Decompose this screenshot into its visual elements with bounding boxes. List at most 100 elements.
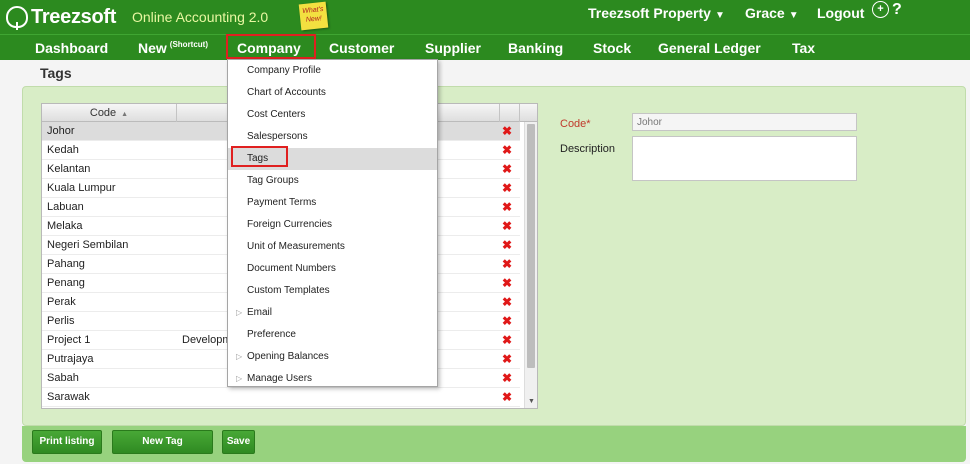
print-listing-button[interactable]: Print listing: [32, 430, 102, 454]
nav-stock[interactable]: Stock: [593, 40, 631, 56]
table-row[interactable]: Sarawak ✖: [42, 388, 520, 407]
add-user-icon[interactable]: +: [872, 1, 889, 18]
menu-item-label: Document Numbers: [247, 263, 336, 274]
delete-icon[interactable]: ✖: [502, 350, 512, 368]
menu-item-label: Salespersons: [247, 131, 308, 142]
sort-ascending-icon: ▲: [121, 111, 129, 118]
submenu-arrow-icon: ▷: [236, 352, 243, 361]
save-button[interactable]: Save: [222, 430, 255, 454]
delete-icon[interactable]: ✖: [502, 312, 512, 330]
row-code: Kelantan: [47, 163, 91, 175]
delete-icon[interactable]: ✖: [502, 179, 512, 197]
tags-highlight-box: [231, 146, 288, 167]
row-code: Johor: [47, 125, 75, 137]
menu-item[interactable]: Unit of Measurements: [228, 236, 437, 258]
user-menu[interactable]: Grace ▼: [745, 5, 799, 21]
new-tag-button[interactable]: New Tag: [112, 430, 213, 454]
row-code: Pahang: [47, 258, 85, 270]
nav-banking[interactable]: Banking: [508, 40, 563, 56]
code-input[interactable]: [632, 113, 857, 131]
top-bar: Treezsoft Online Accounting 2.0 What's N…: [0, 0, 970, 34]
description-input[interactable]: [632, 136, 857, 181]
user-name: Grace: [745, 5, 785, 21]
column-header-code-label: Code: [89, 107, 117, 119]
delete-icon[interactable]: ✖: [502, 293, 512, 311]
row-code: Labuan: [47, 201, 84, 213]
delete-icon[interactable]: ✖: [502, 255, 512, 273]
menu-item-label: Cost Centers: [247, 109, 306, 120]
property-selector[interactable]: Treezsoft Property ▼: [588, 5, 725, 21]
menu-item-label: Preference: [247, 329, 296, 340]
app-logo[interactable]: Treezsoft: [6, 5, 117, 30]
menu-item[interactable]: Payment Terms: [228, 192, 437, 214]
main-nav: Dashboard New (Shortcut) Customer Supplie…: [0, 34, 970, 60]
row-code: Sabah: [47, 372, 79, 384]
description-label: Description: [560, 143, 616, 155]
submenu-arrow-icon: ▷: [236, 374, 243, 383]
logout-link[interactable]: Logout: [817, 5, 864, 21]
menu-item-label: Email: [247, 307, 273, 318]
menu-item-label: Opening Balances: [247, 351, 329, 362]
menu-item-label: Manage Users: [247, 373, 313, 384]
brand-name: Treezsoft: [31, 5, 117, 28]
menu-item-label: Company Profile: [247, 65, 321, 76]
help-icon[interactable]: ?: [892, 1, 902, 19]
delete-icon[interactable]: ✖: [502, 369, 512, 387]
menu-item[interactable]: Custom Templates: [228, 280, 437, 302]
menu-item[interactable]: Foreign Currencies: [228, 214, 437, 236]
menu-item[interactable]: Cost Centers: [228, 104, 437, 126]
delete-icon[interactable]: ✖: [502, 217, 512, 235]
delete-icon[interactable]: ✖: [502, 274, 512, 292]
submenu-arrow-icon: ▷: [236, 308, 243, 317]
menu-item[interactable]: ▷ Email: [228, 302, 437, 324]
menu-item[interactable]: Company Profile: [228, 60, 437, 82]
row-code: Kedah: [47, 144, 79, 156]
chevron-down-icon: ▼: [788, 10, 799, 21]
app-subtitle: Online Accounting 2.0: [132, 9, 269, 25]
grid-scrollbar[interactable]: ▼: [524, 122, 537, 408]
column-header-delete: [500, 104, 520, 122]
scrollbar-thumb[interactable]: [527, 124, 535, 368]
menu-item[interactable]: Preference: [228, 324, 437, 346]
nav-supplier[interactable]: Supplier: [425, 40, 481, 56]
nav-tax[interactable]: Tax: [792, 40, 815, 56]
nav-new-shortcut: (Shortcut): [169, 40, 209, 49]
delete-icon[interactable]: ✖: [502, 198, 512, 216]
whats-new-note[interactable]: What's New!: [298, 1, 329, 31]
delete-icon[interactable]: ✖: [502, 160, 512, 178]
nav-customer[interactable]: Customer: [329, 40, 394, 56]
user-tools: + ?: [872, 1, 902, 19]
delete-icon[interactable]: ✖: [502, 141, 512, 159]
row-code: Negeri Sembilan: [47, 239, 129, 251]
delete-icon[interactable]: ✖: [502, 122, 512, 140]
column-header-code[interactable]: Code ▲: [42, 104, 177, 122]
row-code: Perlis: [47, 315, 75, 327]
delete-icon[interactable]: ✖: [502, 236, 512, 254]
nav-dashboard[interactable]: Dashboard: [35, 40, 108, 56]
menu-item[interactable]: Tag Groups: [228, 170, 437, 192]
delete-icon[interactable]: ✖: [502, 388, 512, 406]
delete-icon[interactable]: ✖: [502, 331, 512, 349]
row-code: Melaka: [47, 220, 83, 232]
nav-new[interactable]: New (Shortcut): [138, 40, 208, 56]
row-code: Perak: [47, 296, 76, 308]
menu-item-label: Tag Groups: [247, 175, 299, 186]
row-code: Penang: [47, 277, 85, 289]
row-code: Project 1: [47, 334, 91, 346]
row-code: Kuala Lumpur: [47, 182, 116, 194]
nav-general-ledger[interactable]: General Ledger: [658, 40, 761, 56]
row-code: Putrajaya: [47, 353, 94, 365]
nav-company[interactable]: Company: [226, 34, 316, 59]
menu-item[interactable]: Salespersons: [228, 126, 437, 148]
scroll-down-arrow-icon[interactable]: ▼: [528, 398, 535, 405]
menu-item-label: Unit of Measurements: [247, 241, 345, 252]
nav-company-label: Company: [237, 40, 301, 56]
menu-item[interactable]: ▷ Opening Balances: [228, 346, 437, 368]
menu-item-label: Custom Templates: [247, 285, 330, 296]
menu-item[interactable]: ▷ Manage Users: [228, 368, 437, 390]
row-code: Sarawak: [47, 391, 90, 403]
menu-item[interactable]: Chart of Accounts: [228, 82, 437, 104]
company-dropdown-menu: Company Profile Chart of Accounts Cost Cen…: [227, 59, 438, 387]
menu-item[interactable]: Document Numbers: [228, 258, 437, 280]
menu-item-label: Foreign Currencies: [247, 219, 333, 230]
